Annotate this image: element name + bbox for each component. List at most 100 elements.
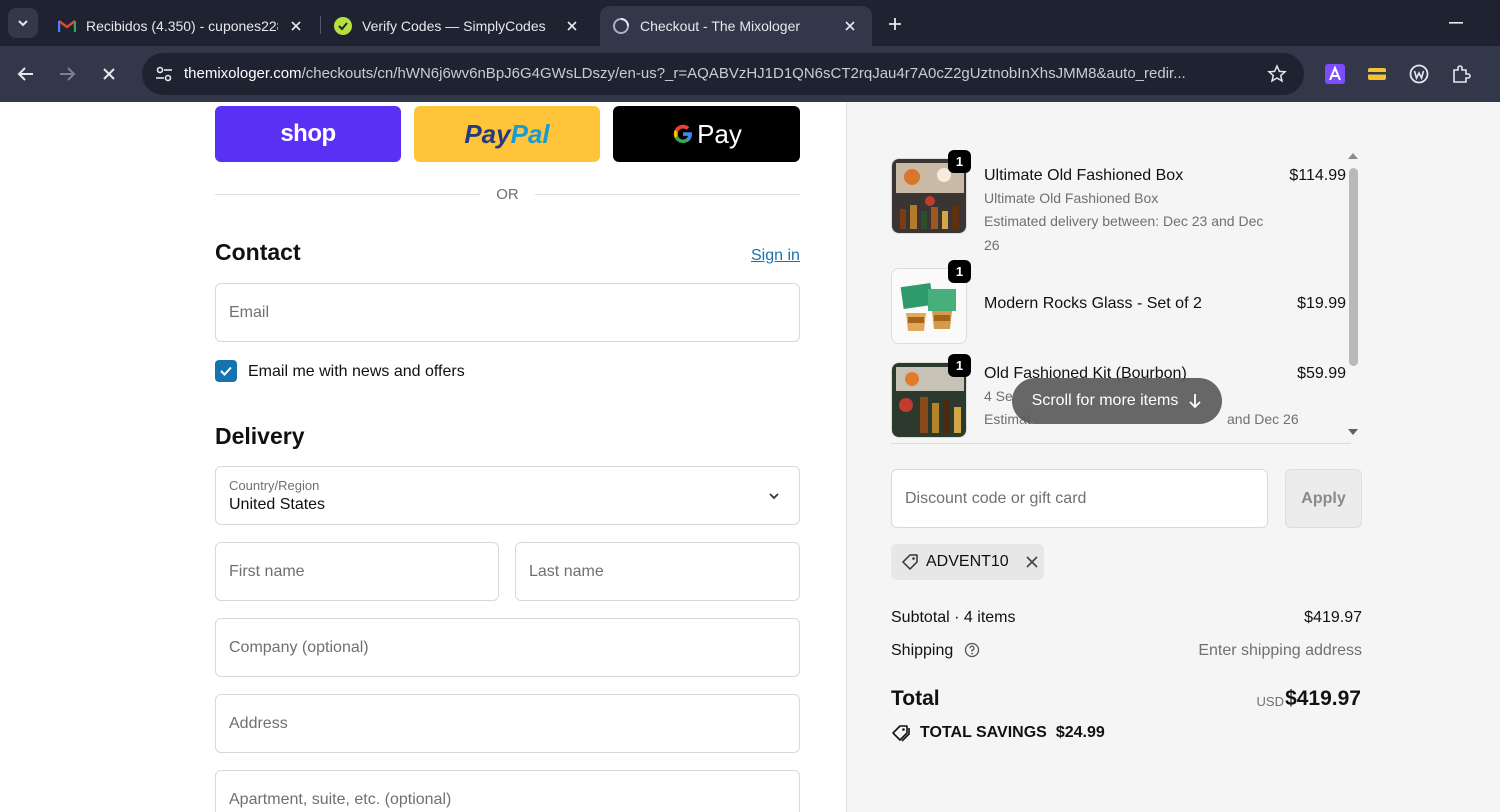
url-domain: themixologer.com (184, 65, 302, 82)
line-item: 1 Ultimate Old Fashioned Box Ultimate Ol… (891, 150, 1346, 268)
scroll-down-arrow-icon[interactable] (1347, 426, 1359, 438)
extensions-menu-button[interactable] (1449, 62, 1473, 86)
new-tab-button[interactable] (881, 10, 909, 38)
tab-gmail[interactable]: Recibidos (4.350) - cupones228 (46, 6, 318, 46)
remove-coupon-button[interactable] (1024, 554, 1040, 570)
star-icon (1267, 64, 1287, 83)
close-tab-icon[interactable] (562, 16, 582, 36)
total-label: Total (891, 687, 940, 710)
item-name: Modern Rocks Glass - Set of 2 (984, 295, 1202, 312)
shop-pay-button[interactable]: shop (215, 106, 401, 162)
stop-loading-button[interactable] (95, 60, 123, 88)
gmail-icon (58, 17, 76, 35)
checkout-page: shop Pay Pal Pay OR Contact Sign in Email (0, 102, 1500, 812)
line-item: 1 Modern Rocks Glass - Set of 2 $19.99 (891, 260, 1346, 358)
discount-code-input[interactable]: Discount code or gift card (891, 469, 1268, 528)
tab-search-button[interactable] (8, 8, 38, 38)
letter-a-icon (1325, 64, 1345, 84)
first-name-field[interactable]: First name (215, 542, 499, 601)
tab-title: Verify Codes — SimplyCodes (362, 18, 546, 34)
simplycodes-icon (334, 17, 352, 35)
shop-pay-logo: shop (280, 120, 336, 147)
minimize-window-button[interactable] (1447, 14, 1465, 32)
discount-placeholder: Discount code or gift card (905, 490, 1087, 507)
shipping-label: Shipping (891, 642, 954, 659)
loading-icon (612, 17, 630, 35)
savings-value: $24.99 (1055, 724, 1105, 741)
company-field[interactable]: Company (optional) (215, 618, 800, 677)
browser-toolbar: themixologer.com/checkouts/cn/hWN6j6wv6n… (0, 46, 1500, 102)
help-circle-icon[interactable] (964, 642, 980, 658)
puzzle-icon (1453, 65, 1471, 83)
newsletter-label[interactable]: Email me with news and offers (248, 363, 465, 381)
scroll-hint-label: Scroll for more items (1031, 392, 1179, 409)
address-placeholder: Address (229, 715, 288, 732)
item-variant: Ultimate Old Fashioned Box (984, 190, 1159, 206)
wallet-icon (1368, 68, 1386, 80)
forward-button[interactable] (53, 60, 81, 88)
tab-title: Recibidos (4.350) - cupones228 (86, 18, 278, 34)
scroll-up-arrow-icon[interactable] (1347, 150, 1359, 162)
coupon-code: ADVENT10 (926, 553, 1009, 570)
close-icon (103, 68, 115, 80)
contact-heading: Contact (215, 239, 301, 265)
email-field[interactable]: Email (215, 283, 800, 342)
tab-separator (320, 16, 321, 34)
apply-discount-button[interactable]: Apply (1285, 469, 1362, 528)
bookmark-button[interactable] (1266, 63, 1288, 85)
close-tab-icon[interactable] (286, 16, 306, 36)
apartment-placeholder: Apartment, suite, etc. (optional) (229, 791, 452, 808)
quantity-badge: 1 (948, 354, 971, 377)
extension-card-button[interactable] (1365, 62, 1389, 86)
extension-a-button[interactable] (1323, 62, 1347, 86)
quantity-badge: 1 (948, 150, 971, 173)
shipping-row: Shipping Enter shipping address (891, 642, 1362, 660)
close-icon (1026, 556, 1038, 568)
item-price: $59.99 (1297, 365, 1346, 382)
google-g-icon (673, 124, 693, 143)
last-name-field[interactable]: Last name (515, 542, 800, 601)
company-placeholder: Company (optional) (229, 639, 369, 656)
url-path: /checkouts/cn/hWN6j6wv6nBpJ6G4GWsLDszy/e… (301, 65, 1186, 82)
sign-in-link[interactable]: Sign in (751, 247, 800, 265)
country-value: United States (229, 496, 326, 513)
order-summary: 1 Ultimate Old Fashioned Box Ultimate Ol… (846, 102, 1500, 812)
address-bar[interactable]: themixologer.com/checkouts/cn/hWN6j6wv6n… (142, 53, 1304, 95)
paypal-button[interactable]: Pay Pal (414, 106, 600, 162)
chevron-down-icon (765, 487, 783, 505)
total-currency: USD (1256, 694, 1284, 709)
plus-icon (889, 18, 901, 30)
shipping-value: Enter shipping address (1198, 642, 1362, 659)
arrow-right-icon (60, 67, 76, 81)
country-select[interactable]: Country/Region United States (215, 466, 800, 525)
total-amount: $419.97 (1285, 687, 1361, 710)
browser-tabstrip: Recibidos (4.350) - cupones228 Verify Co… (0, 0, 1500, 46)
tab-simplycodes[interactable]: Verify Codes — SimplyCodes (322, 6, 594, 46)
divider-line (534, 193, 800, 195)
last-name-placeholder: Last name (529, 563, 604, 580)
newsletter-checkbox[interactable] (215, 360, 237, 382)
subtotal-label: Subtotal · 4 items (891, 609, 1016, 626)
address-field[interactable]: Address (215, 694, 800, 753)
items-scrollbar-thumb[interactable] (1349, 168, 1358, 366)
close-tab-icon[interactable] (840, 16, 860, 36)
site-info-button[interactable] (150, 60, 178, 88)
google-pay-button[interactable]: Pay (613, 106, 800, 162)
extension-w-button[interactable] (1407, 62, 1431, 86)
tab-checkout[interactable]: Checkout - The Mixologer (600, 6, 872, 46)
delivery-heading: Delivery (215, 423, 305, 449)
minimize-icon (1449, 22, 1463, 24)
back-button[interactable] (12, 60, 40, 88)
arrow-down-icon (1189, 394, 1201, 409)
paypal-logo-part: Pay (464, 118, 511, 149)
scroll-for-more-button[interactable]: Scroll for more items (1012, 378, 1222, 424)
subtotal-value: $419.97 (1304, 609, 1362, 626)
item-name: Ultimate Old Fashioned Box (984, 167, 1184, 184)
tab-title: Checkout - The Mixologer (640, 18, 801, 34)
total-savings: TOTAL SAVINGS $24.99 (891, 724, 1105, 742)
paypal-logo-part: Pal (510, 118, 550, 149)
tag-icon (892, 725, 910, 742)
divider-line (215, 193, 481, 195)
item-delivery: Estimated delivery between: Dec 23 and D… (984, 213, 1264, 253)
apartment-field[interactable]: Apartment, suite, etc. (optional) (215, 770, 800, 812)
